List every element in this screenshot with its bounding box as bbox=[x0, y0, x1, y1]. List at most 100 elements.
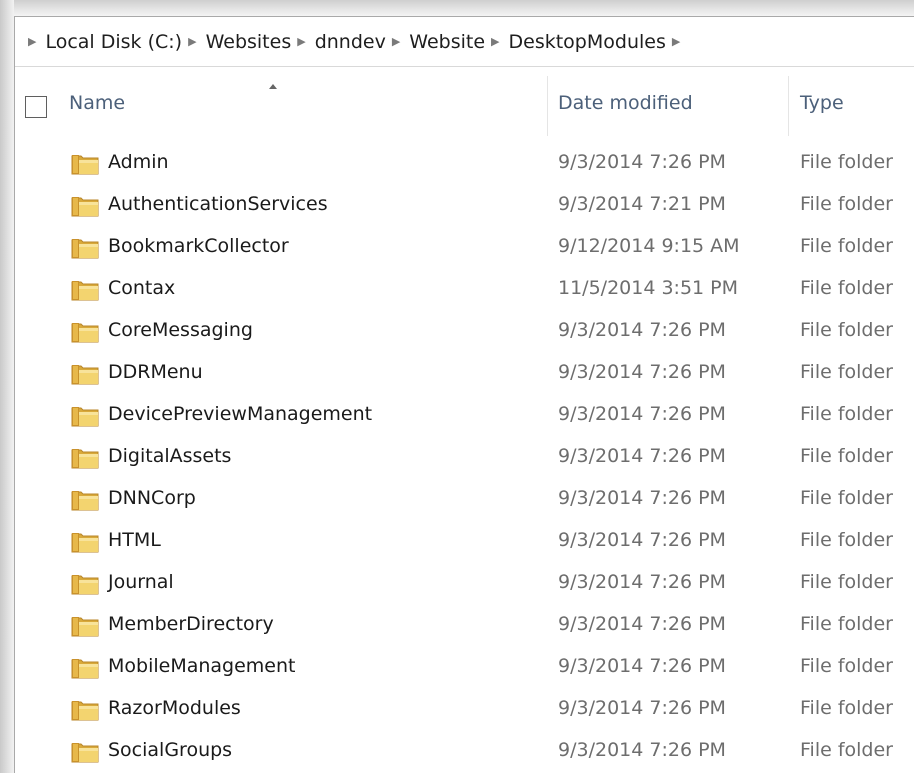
explorer-window: ▶ Local Disk (C:) ▶ Websites ▶ dnndev ▶ … bbox=[14, 16, 914, 773]
folder-icon bbox=[71, 573, 99, 595]
file-name: SocialGroups bbox=[108, 739, 233, 761]
file-type: File folder bbox=[800, 571, 893, 593]
breadcrumb-item-local-disk[interactable]: Local Disk (C:) bbox=[45, 29, 182, 55]
file-type: File folder bbox=[800, 151, 893, 173]
column-divider[interactable] bbox=[788, 76, 789, 136]
file-type: File folder bbox=[800, 697, 893, 719]
frame-edge-left bbox=[0, 0, 14, 773]
folder-icon bbox=[71, 195, 99, 217]
table-row[interactable]: Admin 9/3/2014 7:26 PM File folder bbox=[15, 142, 914, 184]
table-row[interactable]: MemberDirectory 9/3/2014 7:26 PM File fold… bbox=[15, 604, 914, 646]
file-name: DigitalAssets bbox=[108, 445, 232, 467]
file-name: HTML bbox=[108, 529, 161, 551]
folder-icon bbox=[71, 279, 99, 301]
column-header-type[interactable]: Type bbox=[800, 92, 844, 114]
date-modified: 9/3/2014 7:26 PM bbox=[558, 445, 726, 467]
chevron-right-icon[interactable]: ▶ bbox=[28, 35, 36, 48]
date-modified: 9/3/2014 7:26 PM bbox=[558, 613, 726, 635]
table-row[interactable]: DDRMenu 9/3/2014 7:26 PM File folder bbox=[15, 352, 914, 394]
folder-icon bbox=[71, 237, 99, 259]
file-type: File folder bbox=[800, 445, 893, 467]
breadcrumb-item-website[interactable]: Website bbox=[409, 29, 485, 55]
chevron-right-icon[interactable]: ▶ bbox=[491, 35, 499, 48]
folder-icon bbox=[71, 741, 99, 763]
date-modified: 9/3/2014 7:26 PM bbox=[558, 319, 726, 341]
file-name: Contax bbox=[108, 277, 176, 299]
table-row[interactable]: DNNCorp 9/3/2014 7:26 PM File folder bbox=[15, 478, 914, 520]
column-divider[interactable] bbox=[547, 76, 548, 136]
breadcrumb-item-websites[interactable]: Websites bbox=[206, 29, 292, 55]
file-type: File folder bbox=[800, 529, 893, 551]
file-type: File folder bbox=[800, 361, 893, 383]
breadcrumb-item-dnndev[interactable]: dnndev bbox=[315, 29, 386, 55]
file-name: MemberDirectory bbox=[108, 613, 274, 635]
file-name: DevicePreviewManagement bbox=[108, 403, 373, 425]
file-type: File folder bbox=[800, 739, 893, 761]
breadcrumb-item-desktopmodules[interactable]: DesktopModules bbox=[509, 29, 666, 55]
date-modified: 9/3/2014 7:21 PM bbox=[558, 193, 726, 215]
sort-ascending-icon bbox=[269, 84, 277, 89]
file-name: Journal bbox=[108, 571, 174, 593]
column-header: Name Date modified Type bbox=[15, 68, 914, 142]
date-modified: 9/3/2014 7:26 PM bbox=[558, 403, 726, 425]
breadcrumb: ▶ Local Disk (C:) ▶ Websites ▶ dnndev ▶ … bbox=[15, 17, 914, 67]
file-type: File folder bbox=[800, 235, 893, 257]
chevron-right-icon[interactable]: ▶ bbox=[188, 35, 196, 48]
file-type: File folder bbox=[800, 193, 893, 215]
chevron-right-icon[interactable]: ▶ bbox=[297, 35, 305, 48]
select-all-checkbox[interactable] bbox=[25, 96, 47, 118]
date-modified: 9/3/2014 7:26 PM bbox=[558, 739, 726, 761]
date-modified: 9/3/2014 7:26 PM bbox=[558, 361, 726, 383]
file-name: DDRMenu bbox=[108, 361, 203, 383]
date-modified: 9/3/2014 7:26 PM bbox=[558, 529, 726, 551]
file-list: Admin 9/3/2014 7:26 PM File folder Authenti… bbox=[15, 142, 914, 772]
file-type: File folder bbox=[800, 487, 893, 509]
folder-icon bbox=[71, 405, 99, 427]
date-modified: 9/12/2014 9:15 AM bbox=[558, 235, 740, 257]
date-modified: 9/3/2014 7:26 PM bbox=[558, 571, 726, 593]
date-modified: 9/3/2014 7:26 PM bbox=[558, 655, 726, 677]
folder-icon bbox=[71, 321, 99, 343]
table-row[interactable]: HTML 9/3/2014 7:26 PM File folder bbox=[15, 520, 914, 562]
file-type: File folder bbox=[800, 655, 893, 677]
date-modified: 9/3/2014 7:26 PM bbox=[558, 487, 726, 509]
folder-icon bbox=[71, 489, 99, 511]
frame-edge-top bbox=[0, 0, 914, 16]
file-type: File folder bbox=[800, 319, 893, 341]
screenshot-frame: ▶ Local Disk (C:) ▶ Websites ▶ dnndev ▶ … bbox=[0, 0, 914, 773]
folder-icon bbox=[71, 531, 99, 553]
table-row[interactable]: RazorModules 9/3/2014 7:26 PM File folder bbox=[15, 688, 914, 730]
table-row[interactable]: DigitalAssets 9/3/2014 7:26 PM File folder bbox=[15, 436, 914, 478]
folder-icon bbox=[71, 363, 99, 385]
chevron-right-icon[interactable]: ▶ bbox=[392, 35, 400, 48]
date-modified: 9/3/2014 7:26 PM bbox=[558, 151, 726, 173]
date-modified: 9/3/2014 7:26 PM bbox=[558, 697, 726, 719]
file-name: CoreMessaging bbox=[108, 319, 253, 341]
table-row[interactable]: Journal 9/3/2014 7:26 PM File folder bbox=[15, 562, 914, 604]
folder-icon bbox=[71, 153, 99, 175]
file-name: AuthenticationServices bbox=[108, 193, 328, 215]
folder-icon bbox=[71, 447, 99, 469]
file-type: File folder bbox=[800, 403, 893, 425]
table-row[interactable]: CoreMessaging 9/3/2014 7:26 PM File folder bbox=[15, 310, 914, 352]
file-name: RazorModules bbox=[108, 697, 241, 719]
file-name: BookmarkCollector bbox=[108, 235, 289, 257]
table-row[interactable]: DevicePreviewManagement 9/3/2014 7:26 PM F… bbox=[15, 394, 914, 436]
folder-icon bbox=[71, 699, 99, 721]
table-row[interactable]: Contax 11/5/2014 3:51 PM File folder bbox=[15, 268, 914, 310]
table-row[interactable]: BookmarkCollector 9/12/2014 9:15 AM File f… bbox=[15, 226, 914, 268]
file-name: DNNCorp bbox=[108, 487, 196, 509]
file-name: MobileManagement bbox=[108, 655, 296, 677]
file-name: Admin bbox=[108, 151, 169, 173]
column-header-name[interactable]: Name bbox=[69, 92, 125, 114]
table-row[interactable]: SocialGroups 9/3/2014 7:26 PM File folder bbox=[15, 730, 914, 772]
chevron-right-icon[interactable]: ▶ bbox=[672, 35, 680, 48]
table-row[interactable]: MobileManagement 9/3/2014 7:26 PM File fol… bbox=[15, 646, 914, 688]
column-header-date-modified[interactable]: Date modified bbox=[558, 92, 693, 114]
table-row[interactable]: AuthenticationServices 9/3/2014 7:21 PM Fi… bbox=[15, 184, 914, 226]
folder-icon bbox=[71, 657, 99, 679]
folder-icon bbox=[71, 615, 99, 637]
file-type: File folder bbox=[800, 613, 893, 635]
file-type: File folder bbox=[800, 277, 893, 299]
date-modified: 11/5/2014 3:51 PM bbox=[558, 277, 739, 299]
